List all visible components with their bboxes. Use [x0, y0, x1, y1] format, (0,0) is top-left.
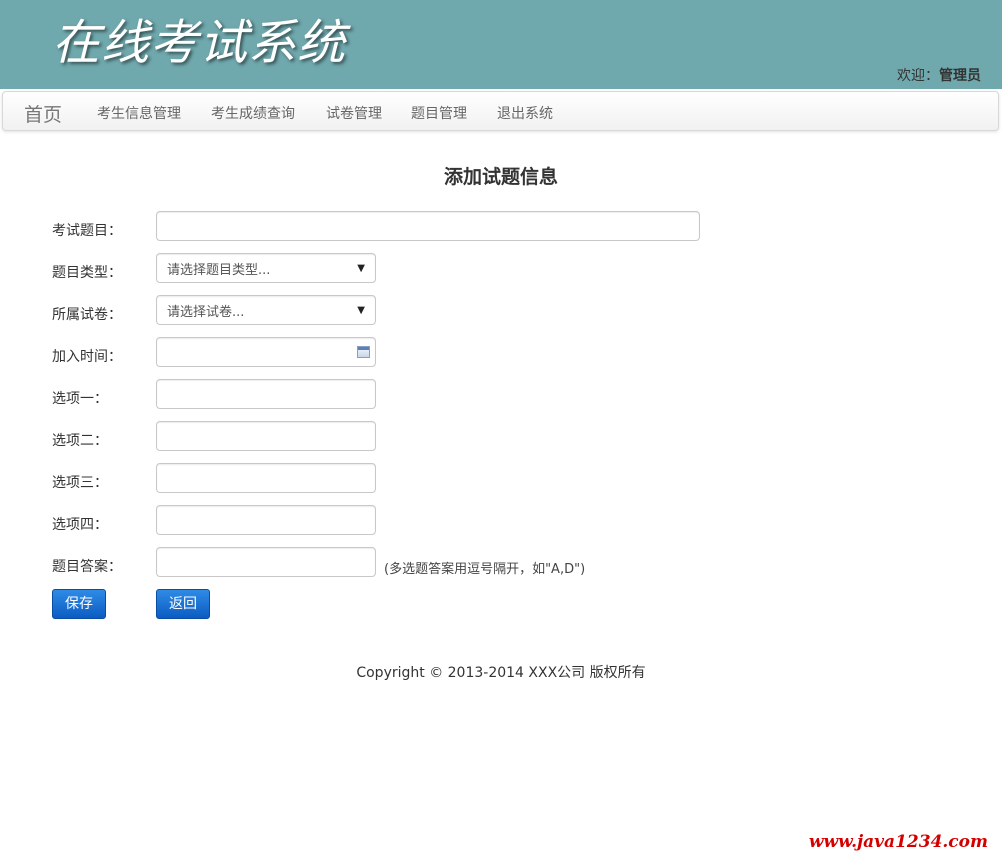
nav-item-question-manage[interactable]: 题目管理	[411, 103, 467, 123]
answer-hint: (多选题答案用逗号隔开，如"A,D")	[384, 562, 586, 577]
option1-input[interactable]	[156, 379, 376, 409]
option2-label: 选项二：	[52, 433, 108, 449]
page-header: 在线考试系统 欢迎：管理员	[0, 0, 1002, 89]
paper-select-value: 请选择试卷...	[167, 304, 245, 320]
nav-item-student-info[interactable]: 考生信息管理	[97, 103, 181, 123]
join-time-field[interactable]	[156, 337, 376, 367]
option3-label: 选项三：	[52, 475, 108, 491]
footer-copyright: Copyright © 2013-2014 XXX公司 版权所有	[356, 665, 646, 681]
calendar-icon[interactable]	[357, 346, 370, 358]
caret-down-icon: ▼	[357, 262, 365, 274]
subject-label: 考试题目：	[52, 223, 122, 239]
option1-label: 选项一：	[52, 391, 108, 407]
top-navbar: 首页 考生信息管理 考生成绩查询 试卷管理 题目管理 退出系统	[2, 91, 999, 131]
back-button[interactable]: 返回	[156, 589, 210, 619]
paper-select[interactable]: 请选择试卷... ▼	[156, 295, 376, 325]
nav-item-score-query[interactable]: 考生成绩查询	[211, 103, 295, 123]
option4-label: 选项四：	[52, 517, 108, 533]
type-select-value: 请选择题目类型...	[167, 262, 271, 278]
answer-input[interactable]	[156, 547, 376, 577]
watermark: www.java1234.com	[808, 832, 988, 852]
option3-input[interactable]	[156, 463, 376, 493]
option2-input[interactable]	[156, 421, 376, 451]
welcome-prefix: 欢迎：	[897, 68, 939, 84]
nav-home-link[interactable]: 首页	[24, 100, 62, 127]
answer-label: 题目答案：	[52, 559, 122, 575]
site-logo: 在线考试系统	[52, 15, 347, 71]
save-button[interactable]: 保存	[52, 589, 106, 619]
nav-item-paper-manage[interactable]: 试卷管理	[326, 103, 382, 123]
caret-down-icon: ▼	[357, 304, 365, 316]
nav-item-logout[interactable]: 退出系统	[497, 103, 553, 123]
join-time-label: 加入时间：	[52, 349, 122, 365]
subject-input[interactable]	[156, 211, 700, 241]
form-title: 添加试题信息	[443, 166, 558, 188]
option4-input[interactable]	[156, 505, 376, 535]
type-select[interactable]: 请选择题目类型... ▼	[156, 253, 376, 283]
welcome-text: 欢迎：管理员	[897, 65, 981, 85]
type-label: 题目类型：	[52, 265, 122, 281]
welcome-user: 管理员	[939, 68, 981, 84]
paper-label: 所属试卷：	[52, 307, 122, 323]
